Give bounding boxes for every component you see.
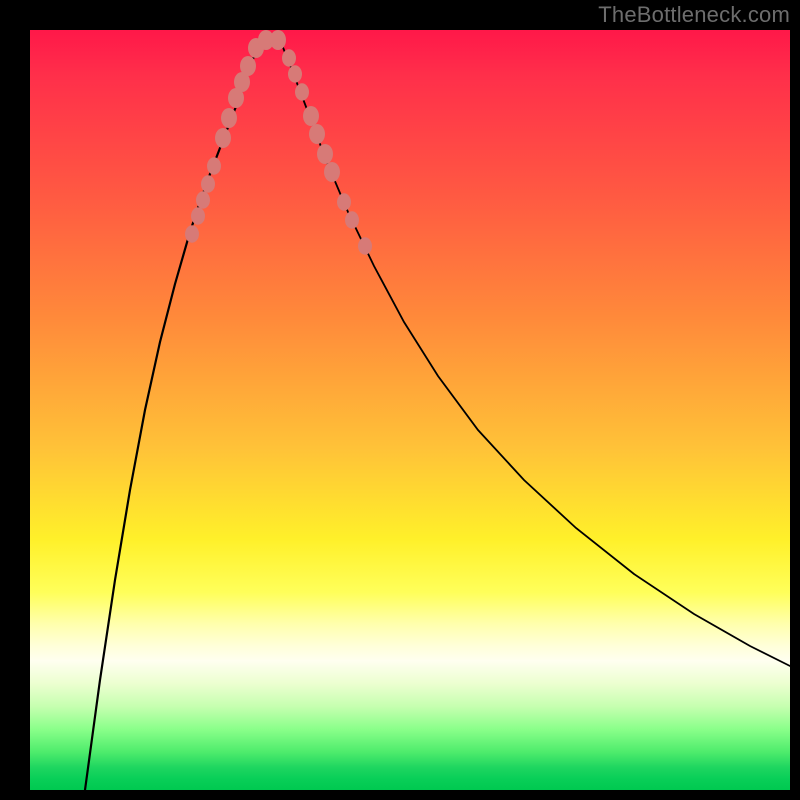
curve-right-branch [280, 40, 790, 666]
chart-container: TheBottleneck.com [0, 0, 800, 800]
data-marker [324, 162, 340, 182]
data-marker [358, 237, 372, 255]
data-marker [282, 49, 296, 67]
data-marker [309, 124, 325, 144]
data-marker [191, 207, 205, 225]
data-marker [221, 108, 237, 128]
data-marker [215, 128, 231, 148]
watermark-label: TheBottleneck.com [598, 2, 790, 28]
data-marker [303, 106, 319, 126]
data-marker [317, 144, 333, 164]
data-marker [288, 65, 302, 83]
marker-group [185, 30, 372, 255]
data-marker [185, 225, 199, 243]
chart-svg [30, 30, 790, 790]
data-marker [345, 211, 359, 229]
data-marker [207, 157, 221, 175]
data-marker [201, 175, 215, 193]
data-marker [295, 83, 309, 101]
data-marker [240, 56, 256, 76]
data-marker [337, 193, 351, 211]
data-marker [196, 191, 210, 209]
data-marker [270, 30, 286, 50]
curve-left-branch [85, 40, 260, 790]
